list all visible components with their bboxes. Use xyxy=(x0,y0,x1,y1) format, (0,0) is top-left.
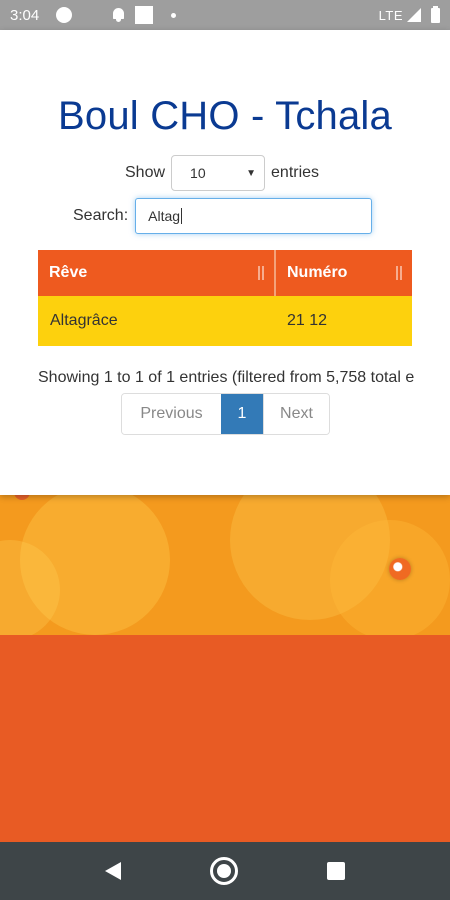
home-icon[interactable] xyxy=(209,857,238,885)
sort-icon xyxy=(258,266,264,280)
signal-icon xyxy=(407,8,421,22)
network-label: LTE xyxy=(378,7,403,23)
main-card: Boul CHO - Tchala Show 10 ▼ entries Sear… xyxy=(0,30,450,495)
search-input-value: Altag xyxy=(148,208,181,224)
entries-select-value: 10 xyxy=(190,165,206,181)
bell-icon xyxy=(112,8,125,22)
column-header-label: Numéro xyxy=(287,264,348,281)
back-icon[interactable] xyxy=(104,862,121,880)
entries-label: entries xyxy=(271,164,320,181)
lottery-ball-icon xyxy=(389,558,411,580)
search-row: Search: Altag xyxy=(73,198,373,234)
status-right: LTE xyxy=(378,5,440,23)
background-bubble xyxy=(330,520,450,635)
status-bar: 3:04 LTE xyxy=(0,0,450,30)
text-caret xyxy=(181,208,183,224)
background-art xyxy=(0,480,450,635)
entries-select[interactable]: 10 ▼ xyxy=(171,155,266,191)
cell-numero: 21 12 xyxy=(275,296,412,346)
length-control: Show 10 ▼ entries xyxy=(125,155,319,191)
page-1-button[interactable]: 1 xyxy=(221,394,263,434)
column-header-label: Rêve xyxy=(49,264,88,281)
navigation-bar xyxy=(0,842,450,900)
pagination: Previous 1 Next xyxy=(121,393,330,435)
circle-icon xyxy=(56,7,72,23)
table-row[interactable]: Altagrâce 21 12 xyxy=(38,296,412,346)
column-header-numero[interactable]: Numéro xyxy=(274,250,412,296)
dot-icon xyxy=(171,12,176,18)
table-header-row: Rêve Numéro xyxy=(38,250,412,296)
search-label: Search: xyxy=(73,207,129,224)
previous-button[interactable]: Previous xyxy=(122,394,221,434)
cell-reve: Altagrâce xyxy=(38,296,275,346)
next-button[interactable]: Next xyxy=(263,394,329,434)
table-info: Showing 1 to 1 of 1 entries (filtered fr… xyxy=(38,369,415,386)
dropdown-arrow-icon: ▼ xyxy=(246,167,257,179)
search-input[interactable]: Altag xyxy=(135,198,373,234)
battery-icon xyxy=(431,5,440,23)
status-time: 3:04 xyxy=(10,6,40,24)
sort-icon xyxy=(396,266,402,280)
page-title: Boul CHO - Tchala xyxy=(58,94,392,138)
recents-icon[interactable] xyxy=(327,862,346,880)
show-label: Show xyxy=(125,164,166,181)
results-table: Rêve Numéro Altagrâce 21 12 xyxy=(38,250,412,346)
square-icon xyxy=(135,6,153,24)
column-header-reve[interactable]: Rêve xyxy=(38,250,275,296)
